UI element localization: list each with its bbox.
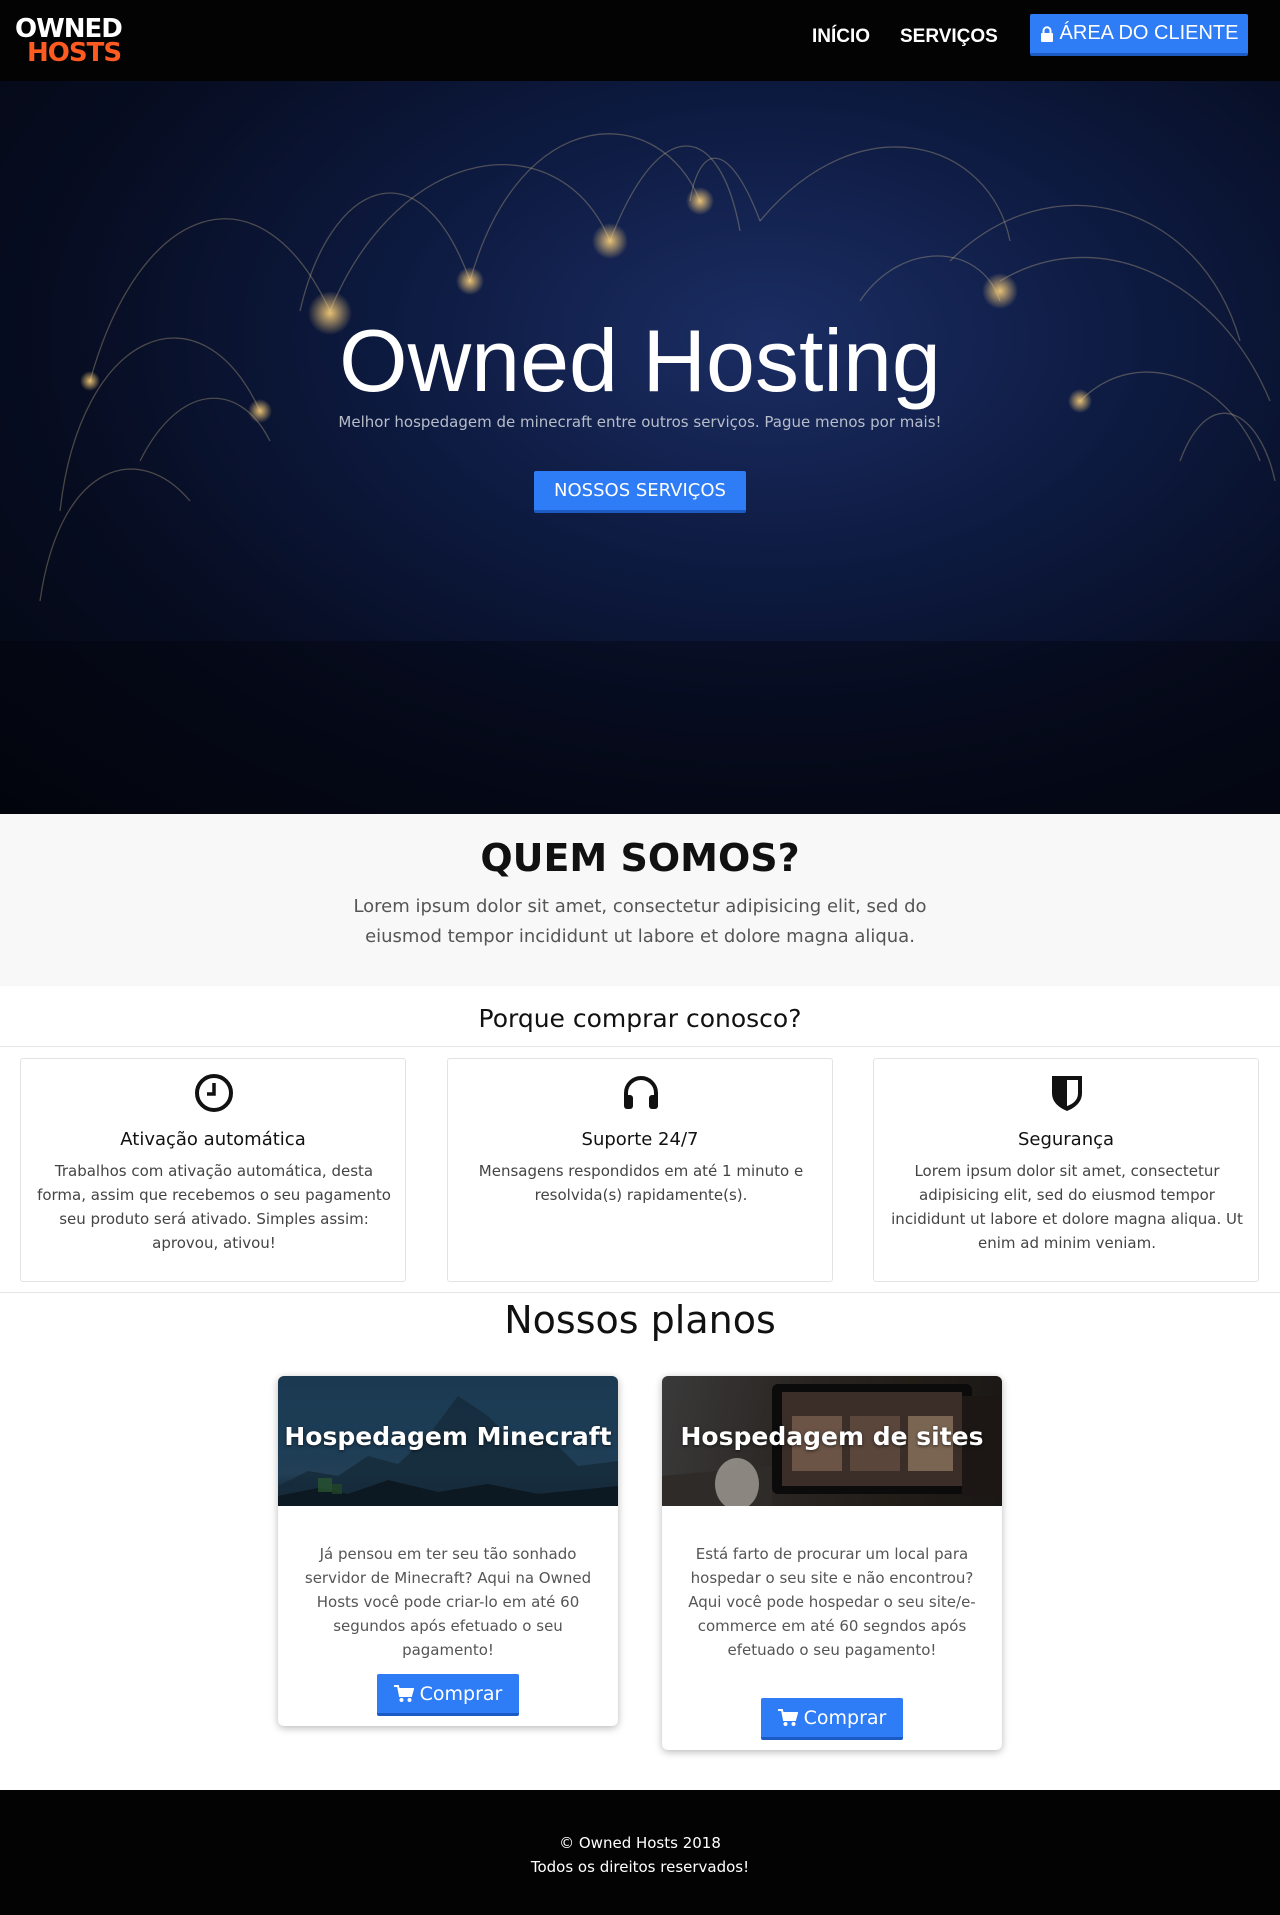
- feature-card-support: Suporte 24/7 Mensagens respondidos em at…: [447, 1058, 833, 1282]
- nav-link-home[interactable]: INÍCIO: [812, 26, 870, 48]
- buy-button-label: Comprar: [419, 1682, 503, 1705]
- client-area-label: ÁREA DO CLIENTE: [1059, 22, 1239, 44]
- divider: [0, 1046, 1280, 1047]
- feature-title: Suporte 24/7: [581, 1129, 699, 1150]
- plan-title: Hospedagem de sites: [680, 1422, 984, 1451]
- navbar: OWNED HOSTS INÍCIO SERVIÇOS ÁREA DO CLIE…: [0, 0, 1280, 81]
- shield-icon: [1052, 1076, 1082, 1111]
- buy-websites-button[interactable]: Comprar: [761, 1698, 903, 1740]
- footer-copyright: © Owned Hosts 2018: [559, 1834, 721, 1852]
- hero-background-network-image: [0, 133, 1280, 814]
- why-buy-title: Porque comprar conosco?: [478, 1004, 802, 1033]
- footer: © Owned Hosts 2018 Todos os direitos res…: [0, 1790, 1280, 1915]
- buy-minecraft-button[interactable]: Comprar: [377, 1674, 519, 1716]
- feature-card-activation: Ativação automática Trabalhos com ativaç…: [20, 1058, 406, 1282]
- plans-title: Nossos planos: [504, 1298, 776, 1342]
- plan-description: Está farto de procurar um local para hos…: [688, 1545, 976, 1659]
- feature-description: Lorem ipsum dolor sit amet, consectetur …: [891, 1162, 1243, 1252]
- feature-description: Trabalhos com ativação automática, desta…: [37, 1162, 391, 1252]
- owned-hosts-logo[interactable]: OWNED HOSTS: [15, 16, 123, 68]
- client-area-button[interactable]: ÁREA DO CLIENTE: [1030, 14, 1248, 56]
- our-services-button[interactable]: NOSSOS SERVIÇOS: [534, 471, 746, 513]
- feature-title: Segurança: [1017, 1129, 1115, 1150]
- about-section: QUEM SOMOS? Lorem ipsum dolor sit amet, …: [0, 814, 1280, 986]
- headphones-icon: [624, 1076, 658, 1109]
- lock-icon: [1040, 25, 1053, 42]
- plan-card-websites: Hospedagem de sites Está farto de procur…: [662, 1376, 1002, 1750]
- about-title: QUEM SOMOS?: [480, 836, 800, 880]
- logo-text-hosts: HOSTS: [27, 38, 122, 68]
- hero-section: Owned Hosting Melhor hospedagem de minec…: [0, 81, 1280, 814]
- plan-header-websites-image: Hospedagem de sites: [662, 1376, 1002, 1506]
- plan-title: Hospedagem Minecraft: [284, 1422, 612, 1451]
- shopping-cart-icon: [777, 1708, 798, 1726]
- clock-icon: [195, 1074, 233, 1112]
- feature-title: Ativação automática: [120, 1129, 306, 1150]
- divider: [0, 1292, 1280, 1293]
- about-text: Lorem ipsum dolor sit amet, consectetur …: [353, 896, 927, 947]
- plan-header-minecraft-image: Hospedagem Minecraft: [278, 1376, 618, 1506]
- shopping-cart-icon: [393, 1684, 414, 1702]
- nav-link-services[interactable]: SERVIÇOS: [900, 26, 998, 48]
- buy-button-label: Comprar: [803, 1706, 887, 1729]
- hero-title: Owned Hosting: [339, 311, 941, 410]
- feature-card-security: Segurança Lorem ipsum dolor sit amet, co…: [873, 1058, 1259, 1282]
- plan-card-minecraft: Hospedagem Minecraft Já pensou em ter se…: [278, 1376, 618, 1726]
- footer-rights: Todos os direitos reservados!: [530, 1858, 750, 1876]
- plan-description: Já pensou em ter seu tão sonhado servido…: [304, 1545, 592, 1659]
- hero-subtitle: Melhor hospedagem de minecraft entre out…: [338, 413, 942, 431]
- feature-description: Mensagens respondidos em até 1 minuto e …: [478, 1162, 804, 1204]
